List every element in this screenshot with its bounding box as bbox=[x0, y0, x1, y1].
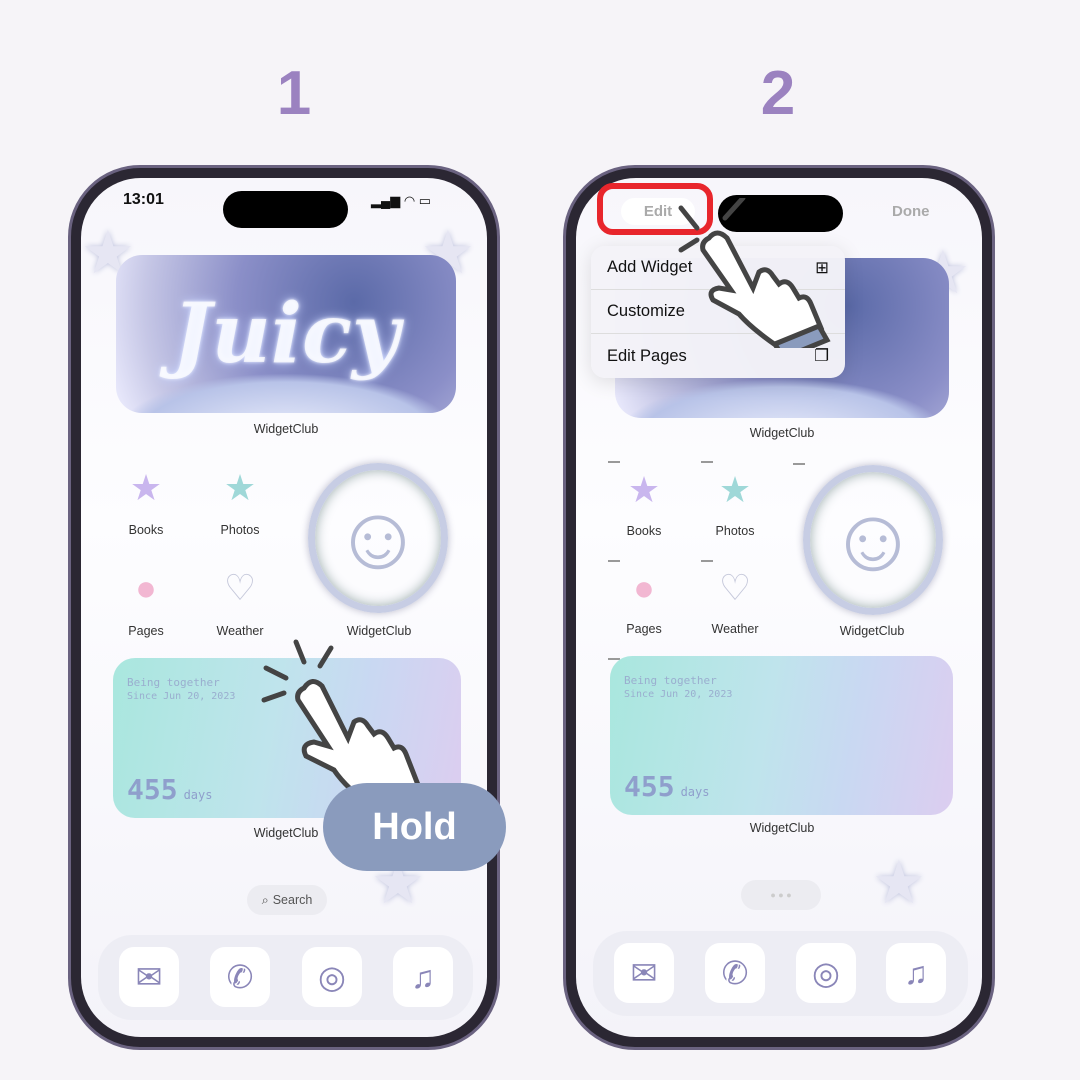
app-label: Books bbox=[626, 524, 662, 538]
books-app-icon[interactable]: ★ bbox=[124, 466, 168, 510]
photos-app-icon[interactable]: ★ bbox=[218, 466, 262, 510]
widget-label: WidgetClub bbox=[253, 826, 319, 840]
status-time: 13:01 bbox=[123, 191, 164, 208]
step-number-2: 2 bbox=[760, 59, 796, 128]
smiley-widget[interactable]: ☺ bbox=[803, 465, 943, 615]
phone-step-2: ★ ★ Edit Done WidgetClub ★ Books ★ Photo… bbox=[563, 165, 995, 1050]
widget-label: WidgetClub bbox=[749, 426, 815, 440]
search-button[interactable]: ⌕ Search bbox=[247, 885, 327, 915]
app-label: Pages bbox=[128, 624, 164, 638]
photos-app-icon[interactable]: ★ bbox=[713, 468, 757, 512]
mail-icon[interactable]: ✉ bbox=[119, 947, 179, 1007]
remove-icon[interactable] bbox=[608, 461, 620, 463]
pages-icon: ❐ bbox=[814, 347, 829, 365]
app-label: Weather bbox=[216, 624, 264, 638]
app-label: Weather bbox=[711, 622, 759, 636]
done-button[interactable]: Done bbox=[892, 203, 930, 220]
app-label: Photos bbox=[715, 524, 755, 538]
star-decoration: ★ bbox=[872, 849, 926, 916]
dock: ✉ ✆ ◎ ♫ bbox=[98, 935, 473, 1020]
weather-app-icon[interactable]: ♡ bbox=[218, 566, 262, 610]
app-label: Photos bbox=[220, 523, 260, 537]
phone-icon[interactable]: ✆ bbox=[705, 943, 765, 1003]
remove-icon[interactable] bbox=[793, 463, 805, 465]
music-icon[interactable]: ♫ bbox=[886, 943, 946, 1003]
status-icons: ▂▄▆ ◠ ▭ bbox=[371, 193, 432, 208]
phone-step-1: ★ ★ ★ 13:01 ▂▄▆ ◠ ▭ Juicy WidgetClub ★ B… bbox=[68, 165, 506, 1050]
compass-icon[interactable]: ◎ bbox=[302, 947, 362, 1007]
remove-icon[interactable] bbox=[608, 560, 620, 562]
home-screen: ★ ★ ★ 13:01 ▂▄▆ ◠ ▭ Juicy WidgetClub ★ B… bbox=[81, 178, 487, 1037]
mail-icon[interactable]: ✉ bbox=[614, 943, 674, 1003]
smiley-widget[interactable]: ☺ bbox=[308, 463, 448, 613]
music-icon[interactable]: ♫ bbox=[393, 947, 453, 1007]
phone-icon[interactable]: ✆ bbox=[210, 947, 270, 1007]
widget-label: WidgetClub bbox=[346, 624, 412, 638]
juicy-widget[interactable]: Juicy bbox=[116, 255, 456, 413]
dynamic-island bbox=[223, 191, 348, 228]
weather-app-icon[interactable]: ♡ bbox=[713, 566, 757, 610]
compass-icon[interactable]: ◎ bbox=[796, 943, 856, 1003]
app-label: Books bbox=[128, 523, 164, 537]
search-icon: ⌕ bbox=[261, 892, 269, 907]
remove-icon[interactable] bbox=[701, 560, 713, 562]
books-app-icon[interactable]: ★ bbox=[622, 468, 666, 512]
pointing-hand-icon bbox=[678, 198, 831, 348]
hold-badge: Hold bbox=[323, 783, 506, 871]
app-label: Pages bbox=[626, 622, 662, 636]
widget-label: WidgetClub bbox=[749, 821, 815, 835]
remove-icon[interactable] bbox=[701, 461, 713, 463]
widget-label: WidgetClub bbox=[839, 624, 905, 638]
step-number-1: 1 bbox=[276, 59, 312, 128]
pages-app-icon[interactable]: ● bbox=[124, 566, 168, 610]
widget-label: WidgetClub bbox=[253, 422, 319, 436]
dock: ✉ ✆ ◎ ♫ bbox=[593, 931, 968, 1016]
pages-app-icon[interactable]: ● bbox=[622, 566, 666, 610]
days-counter-widget[interactable]: Being together Since Jun 20, 2023 455 day… bbox=[610, 656, 953, 815]
page-dots[interactable]: ● ● ● bbox=[741, 880, 821, 910]
